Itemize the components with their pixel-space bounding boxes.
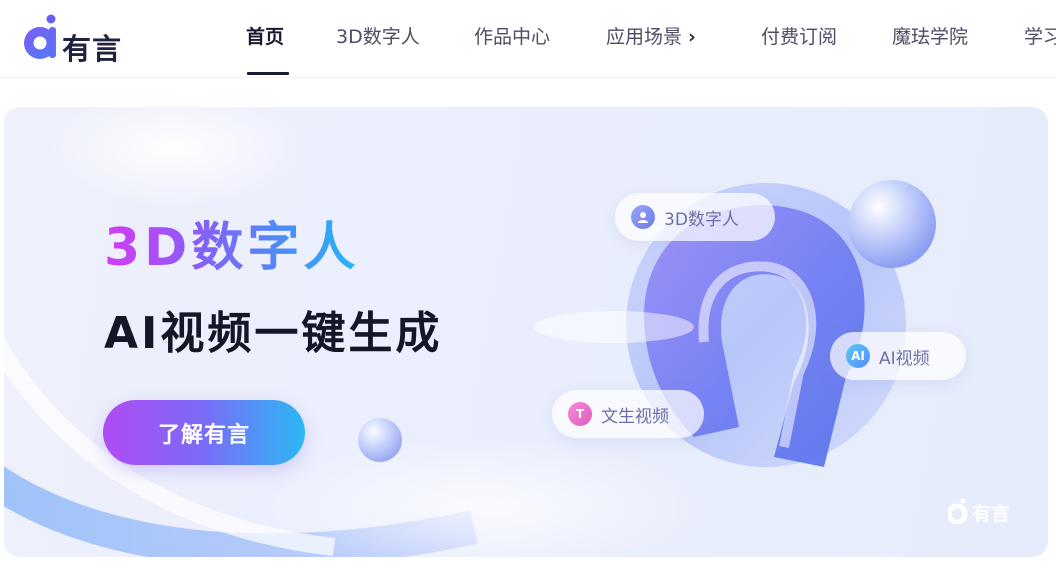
- nav-item-label: 作品中心: [474, 26, 551, 48]
- nav-item-label: 首页: [246, 26, 285, 48]
- nav-item-scenarios[interactable]: 应用场景 ›: [606, 22, 696, 49]
- nav-item-label: 付费订阅: [761, 26, 838, 48]
- tag-3d-digital-human: 3D数字人: [615, 193, 775, 241]
- logo-text: 有言: [62, 32, 123, 66]
- tag-label: 3D数字人: [664, 209, 739, 230]
- banner-subline: AI视频一键生成: [104, 308, 443, 359]
- nav-item-3d-digital-human[interactable]: 3D数字人: [336, 22, 420, 49]
- main-nav: 首页 3D数字人 作品中心 应用场景 › 付费订阅 魔珐学院 学习: [246, 0, 1056, 78]
- tag-label: 文生视频: [601, 406, 669, 427]
- logo-a-icon: [24, 14, 56, 59]
- watermark-logo-icon: [948, 498, 968, 524]
- nav-item-subscription[interactable]: 付费订阅: [761, 22, 837, 49]
- ai-badge-icon: AI: [846, 344, 870, 368]
- watermark-text: 有言: [972, 503, 1011, 525]
- banner-headline: 3D数字人: [104, 205, 359, 280]
- nav-item-label: 魔珐学院: [892, 26, 969, 48]
- tag-label: AI视频: [879, 348, 930, 369]
- tag-text-to-video: T 文生视频: [552, 390, 704, 438]
- nav-item-label: 学习: [1024, 26, 1056, 48]
- tag-ai-video: AI AI视频: [830, 332, 966, 380]
- avatar-icon: [631, 205, 655, 229]
- watermark-logo: 有言: [948, 497, 1018, 527]
- nav-item-works-center[interactable]: 作品中心: [474, 22, 550, 49]
- top-navbar: 有言 首页 3D数字人 作品中心 应用场景 › 付费订阅 魔珐学院 学习: [0, 0, 1056, 78]
- site-logo[interactable]: 有言: [22, 14, 132, 66]
- learn-more-button[interactable]: 了解有言: [103, 400, 305, 465]
- nav-item-label: 3D数字人: [336, 26, 420, 48]
- text-badge-icon: T: [568, 402, 592, 426]
- nav-item-learn[interactable]: 学习: [1024, 22, 1056, 49]
- nav-item-academy[interactable]: 魔珐学院: [892, 22, 968, 49]
- hero-banner[interactable]: 3D数字人 AI视频一键生成 了解有言 3D数字人 AI AI视频 T 文生视频…: [4, 107, 1048, 557]
- nav-item-label: 应用场景: [606, 26, 683, 48]
- chevron-right-icon: ›: [688, 26, 696, 48]
- nav-active-indicator: [247, 72, 289, 75]
- nav-item-home[interactable]: 首页: [246, 22, 289, 75]
